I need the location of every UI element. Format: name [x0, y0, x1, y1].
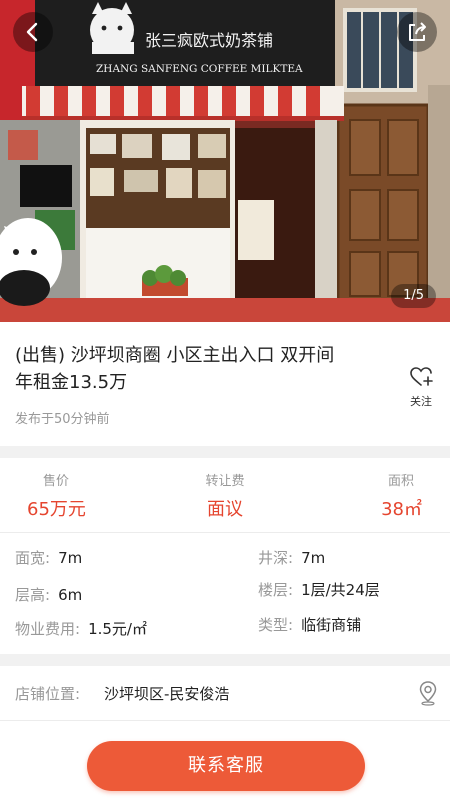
spec-property-fee-value: 1.5元/㎡	[88, 620, 147, 638]
spec-type-label: 类型:	[258, 616, 294, 634]
photo-gallery[interactable]: 张三疯欧式奶茶铺 ZHANG SANFENG COFFEE MILKTEA 1/…	[0, 0, 450, 322]
shop-photo: 张三疯欧式奶茶铺 ZHANG SANFENG COFFEE MILKTEA	[0, 0, 450, 322]
bottom-action-bar: 联系客服	[0, 720, 450, 800]
location-label: 店铺位置:	[15, 685, 81, 703]
shop-location-row[interactable]: 店铺位置: 沙坪坝区-民安俊浩	[0, 666, 450, 720]
share-button[interactable]	[397, 12, 437, 52]
follow-button[interactable]: 关注	[404, 366, 438, 409]
stat-transfer-fee-value: 面议	[207, 499, 243, 520]
stat-price: 售价 65万元	[0, 458, 150, 532]
stat-price-label: 售价	[43, 474, 70, 489]
contact-service-button[interactable]: 联系客服	[87, 741, 365, 791]
heart-plus-icon	[410, 367, 433, 386]
spec-width: 面宽: 7m	[15, 547, 82, 568]
listing-header: (出售) 沙坪坝商圈 小区主出入口 双开间 年租金13.5万 发布于50分钟前	[0, 322, 450, 446]
stat-area-value: 38㎡	[381, 499, 422, 520]
spec-property-fee: 物业费用: 1.5元/㎡	[15, 618, 147, 639]
spec-floor: 楼层: 1层/共24层	[258, 579, 380, 600]
location-value: 沙坪坝区-民安俊浩	[104, 685, 230, 703]
spec-type-value: 临街商铺	[301, 616, 362, 634]
photo-counter: 1/5	[391, 284, 436, 308]
spec-width-label: 面宽:	[15, 549, 51, 567]
spec-width-value: 7m	[58, 549, 83, 567]
spec-height: 层高: 6m	[15, 584, 82, 605]
stat-price-value: 65万元	[27, 499, 86, 520]
spec-depth-label: 井深:	[258, 549, 294, 567]
posted-time: 发布于50分钟前	[15, 412, 110, 427]
stat-transfer-fee: 转让费 面议	[150, 458, 300, 532]
spec-depth: 井深: 7m	[258, 547, 325, 568]
spec-height-value: 6m	[58, 586, 83, 604]
shop-sign-en: ZHANG SANFENG COFFEE MILKTEA	[96, 63, 303, 75]
spec-property-fee-label: 物业费用:	[15, 620, 81, 638]
stat-area-label: 面积	[387, 474, 414, 489]
spec-height-label: 层高:	[15, 586, 51, 604]
shop-sign-cn: 张三疯欧式奶茶铺	[145, 31, 273, 50]
spec-floor-value: 1层/共24层	[301, 581, 380, 599]
location-pin-icon[interactable]	[418, 680, 438, 706]
back-arrow-icon	[26, 22, 38, 42]
spec-grid: 面宽: 7m 井深: 7m 层高: 6m 楼层: 1层/共24层 物业费用: 1.5元/㎡…	[0, 532, 450, 654]
spec-depth-value: 7m	[301, 549, 326, 567]
stat-area: 面积 38㎡	[300, 458, 450, 532]
listing-title: (出售) 沙坪坝商圈 小区主出入口 双开间 年租金13.5万	[15, 345, 335, 393]
spec-floor-label: 楼层:	[258, 581, 294, 599]
price-stats: 售价 65万元 转让费 面议 面积 38㎡	[0, 458, 450, 532]
follow-label: 关注	[410, 395, 432, 408]
spec-type: 类型: 临街商铺	[258, 614, 361, 635]
back-button[interactable]	[13, 12, 53, 52]
stat-transfer-fee-label: 转让费	[205, 474, 245, 489]
share-icon	[409, 22, 426, 41]
